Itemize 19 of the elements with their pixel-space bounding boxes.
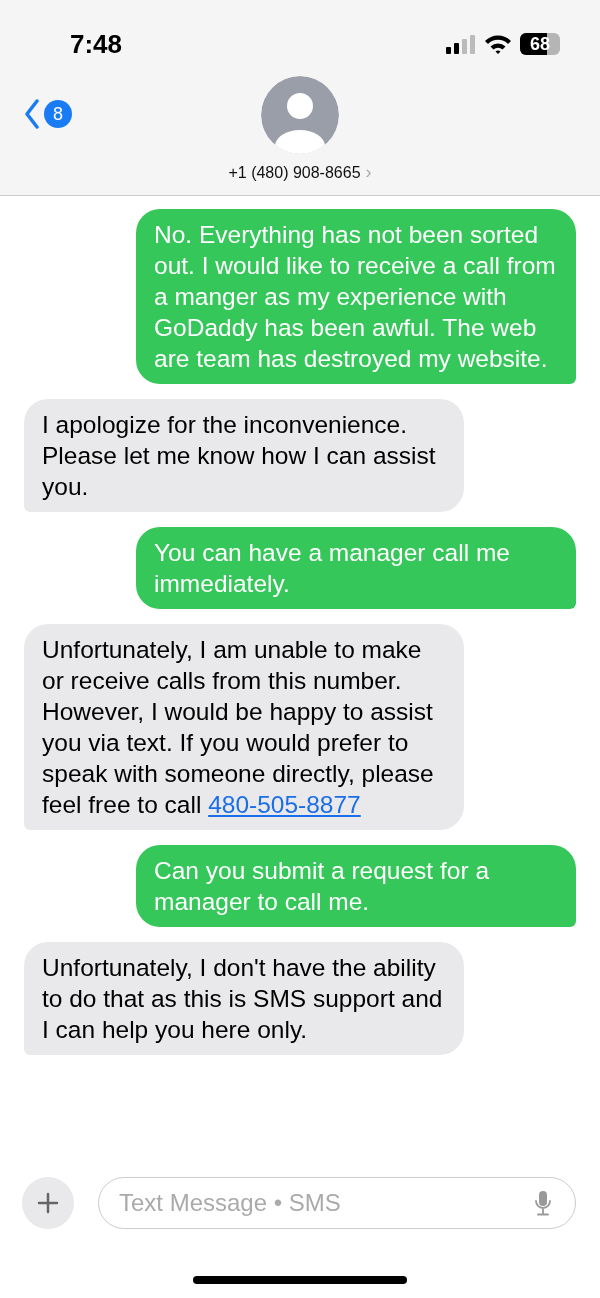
add-button[interactable] xyxy=(22,1177,74,1229)
chevron-icon[interactable]: › xyxy=(365,162,372,183)
contact-name[interactable]: +1 (480) 908-8665 xyxy=(228,163,361,182)
message-bubble: You can have a manager call me immediately. xyxy=(136,527,576,609)
status-time: 7:48 xyxy=(70,28,123,60)
unread-badge[interactable]: 8 xyxy=(44,100,72,128)
phone-link[interactable]: 480-505-8877 xyxy=(208,791,361,818)
signal-icon xyxy=(446,34,476,54)
wifi-icon xyxy=(484,34,512,54)
message-field[interactable]: Text Message • SMS xyxy=(98,1177,576,1229)
microphone-icon[interactable] xyxy=(534,1190,552,1216)
back-icon[interactable] xyxy=(24,99,40,129)
message-bubble: Unfortunately, I don't have the ability to do that as this is SMS support and I can help you here only. xyxy=(24,942,464,1055)
message-bubble: I apologize for the inconvenience. Please let me know how I can assist you. xyxy=(24,399,464,512)
plus-icon[interactable] xyxy=(37,1192,59,1214)
message-bubble: Unfortunately, I am unable to make or receive calls from this number. However, I would be happy to assist you via text. If you would prefer to speak with someone directly, please feel free to call 480-505-8877 xyxy=(24,624,464,830)
message-bubble: No. Everything has not been sorted out. I would like to receive a call from a manger as my experience with GoDaddy has been awful. The web are team has destroyed my website. xyxy=(136,209,576,384)
message-bubble: Can you submit a request for a manager to call me. xyxy=(136,845,576,927)
avatar-icon[interactable] xyxy=(261,76,339,154)
